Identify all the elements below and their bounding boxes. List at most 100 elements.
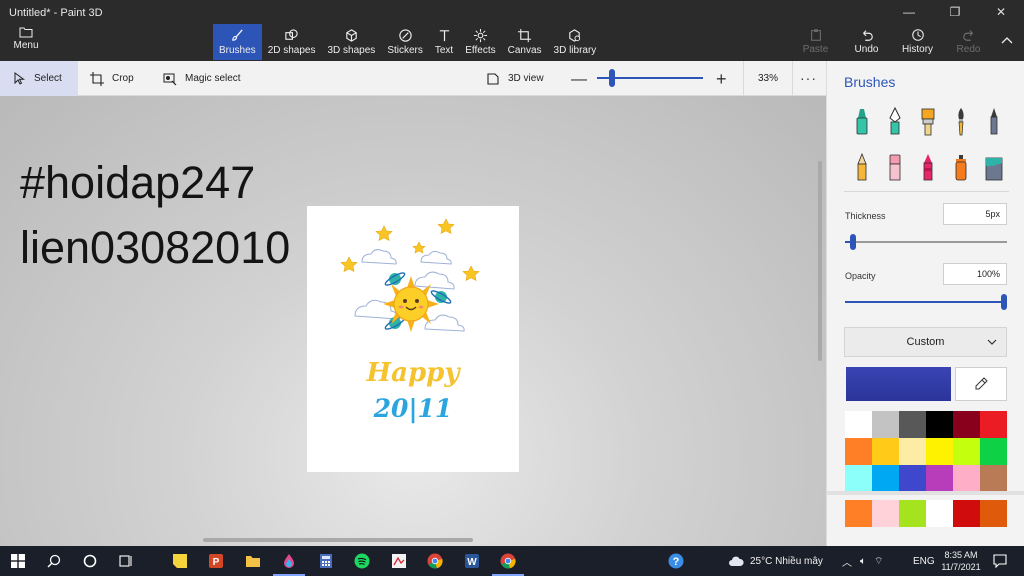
color-swatch[interactable] — [899, 500, 926, 527]
taskbar-chrome-2[interactable] — [492, 551, 524, 576]
color-swatch[interactable] — [845, 411, 872, 438]
color-swatch[interactable] — [953, 465, 980, 492]
brush-eraser[interactable] — [878, 151, 911, 185]
undo-button[interactable]: Undo — [841, 24, 892, 60]
taskbar-app[interactable] — [389, 551, 409, 571]
color-swatch[interactable] — [980, 465, 1007, 492]
folder-icon — [19, 27, 33, 38]
color-swatch[interactable] — [926, 465, 953, 492]
opacity-input[interactable]: 100% — [943, 263, 1007, 285]
color-swatch[interactable] — [872, 500, 899, 527]
taskbar-powerpoint[interactable]: P — [206, 551, 226, 571]
color-swatch[interactable] — [953, 411, 980, 438]
color-swatch[interactable] — [872, 411, 899, 438]
taskbar-chrome[interactable] — [425, 551, 445, 571]
taskbar-file-explorer[interactable] — [243, 551, 263, 571]
tab-effects[interactable]: Effects — [459, 24, 501, 60]
maximize-button[interactable]: ❐ — [932, 0, 978, 24]
eyedropper-button[interactable] — [955, 367, 1007, 401]
taskbar-sticky-notes[interactable] — [170, 551, 190, 571]
tray-help[interactable]: ? — [666, 551, 686, 571]
select-button[interactable]: Select — [0, 61, 78, 96]
thickness-slider-track[interactable] — [845, 241, 1007, 243]
magic-select-button[interactable]: Magic select — [163, 61, 241, 96]
brush-oil[interactable] — [911, 105, 944, 139]
current-color-swatch[interactable] — [846, 367, 951, 401]
color-swatch[interactable] — [845, 500, 872, 527]
task-view-button[interactable] — [116, 551, 136, 571]
tab-3d-shapes[interactable]: 3D shapes — [322, 24, 382, 60]
brush-pencil[interactable] — [845, 151, 878, 185]
color-swatch[interactable] — [980, 438, 1007, 465]
history-button[interactable]: History — [892, 24, 943, 60]
brush-pixel-pen[interactable] — [977, 105, 1010, 139]
tab-label: 2D shapes — [267, 45, 316, 56]
tab-canvas[interactable]: Canvas — [502, 24, 548, 60]
tab-3d-library[interactable]: 3D library — [548, 24, 603, 60]
tab-stickers[interactable]: Stickers — [381, 24, 429, 60]
color-swatch[interactable] — [872, 465, 899, 492]
more-options-button[interactable]: ··· — [800, 70, 817, 86]
close-button[interactable]: ✕ — [978, 0, 1024, 24]
menu-button[interactable]: Menu — [6, 26, 46, 58]
color-swatch[interactable] — [926, 438, 953, 465]
calligraphy-pen-icon — [888, 106, 901, 135]
zoom-in-button[interactable]: + — [716, 69, 727, 90]
tab-brushes[interactable]: Brushes — [213, 24, 262, 60]
tray-clock[interactable]: 8:35 AM 11/7/2021 — [936, 549, 986, 573]
color-swatch[interactable] — [953, 438, 980, 465]
calculator-icon — [320, 554, 332, 568]
brush-watercolor[interactable] — [944, 105, 977, 139]
tray-notifications[interactable] — [990, 551, 1010, 571]
taskbar-word[interactable]: W — [462, 551, 482, 571]
color-swatch[interactable] — [872, 438, 899, 465]
tab-2d-shapes[interactable]: 2D shapes — [262, 24, 322, 60]
paste-button[interactable]: Paste — [790, 24, 841, 60]
drawing-canvas[interactable]: Happy 20|11 — [307, 206, 519, 472]
vertical-scrollbar[interactable] — [818, 161, 822, 361]
crop-button[interactable]: Crop — [90, 61, 134, 96]
zoom-slider-thumb[interactable] — [608, 69, 615, 87]
color-swatch[interactable] — [899, 438, 926, 465]
redo-button[interactable]: Redo — [943, 24, 994, 60]
color-swatch[interactable] — [953, 500, 980, 527]
taskbar-calculator[interactable] — [316, 551, 336, 571]
color-swatch[interactable] — [899, 411, 926, 438]
zoom-out-button[interactable]: — — [571, 71, 587, 89]
color-swatch[interactable] — [845, 465, 872, 492]
brush-fill[interactable] — [977, 151, 1010, 185]
taskbar-paint-3d[interactable] — [273, 551, 305, 576]
collapse-ribbon-icon[interactable] — [1000, 34, 1014, 48]
text-icon — [439, 30, 449, 42]
brush-spray-can[interactable] — [944, 151, 977, 185]
zoom-level[interactable]: 33% — [743, 61, 793, 96]
magic-select-label: Magic select — [185, 73, 241, 84]
brush-grid — [845, 105, 1015, 185]
color-swatch[interactable] — [899, 465, 926, 492]
minimize-button[interactable]: — — [886, 0, 932, 24]
tab-text[interactable]: Text — [429, 24, 459, 60]
color-swatch[interactable] — [845, 438, 872, 465]
opacity-slider-thumb[interactable] — [1001, 294, 1007, 310]
thickness-input[interactable]: 5px — [943, 203, 1007, 225]
color-swatch[interactable] — [980, 500, 1007, 527]
search-button[interactable] — [44, 551, 64, 571]
brush-marker[interactable] — [845, 105, 878, 139]
3d-view-button[interactable]: 3D view — [486, 61, 544, 96]
brush-calligraphy-pen[interactable] — [878, 105, 911, 139]
tray-language[interactable]: ENG — [913, 546, 935, 576]
horizontal-scrollbar[interactable] — [203, 538, 473, 542]
thickness-slider-thumb[interactable] — [850, 234, 857, 250]
cortana-button[interactable] — [80, 551, 100, 571]
workspace[interactable]: #hoidap247 lien03082010 Happy 20|11 — [0, 96, 826, 546]
color-swatch[interactable] — [926, 411, 953, 438]
color-swatch[interactable] — [980, 411, 1007, 438]
color-swatch[interactable] — [926, 500, 953, 527]
brush-crayon[interactable] — [911, 151, 944, 185]
start-button[interactable] — [8, 551, 28, 571]
color-mode-dropdown[interactable]: Custom — [844, 327, 1007, 357]
taskbar-spotify[interactable] — [352, 551, 372, 571]
tray-weather[interactable]: 25°C Nhiều mây — [728, 546, 823, 576]
opacity-slider-track[interactable] — [845, 301, 1007, 303]
tray-system-icons[interactable]: ︿ 🔈︎ ⌔ — [842, 546, 891, 576]
